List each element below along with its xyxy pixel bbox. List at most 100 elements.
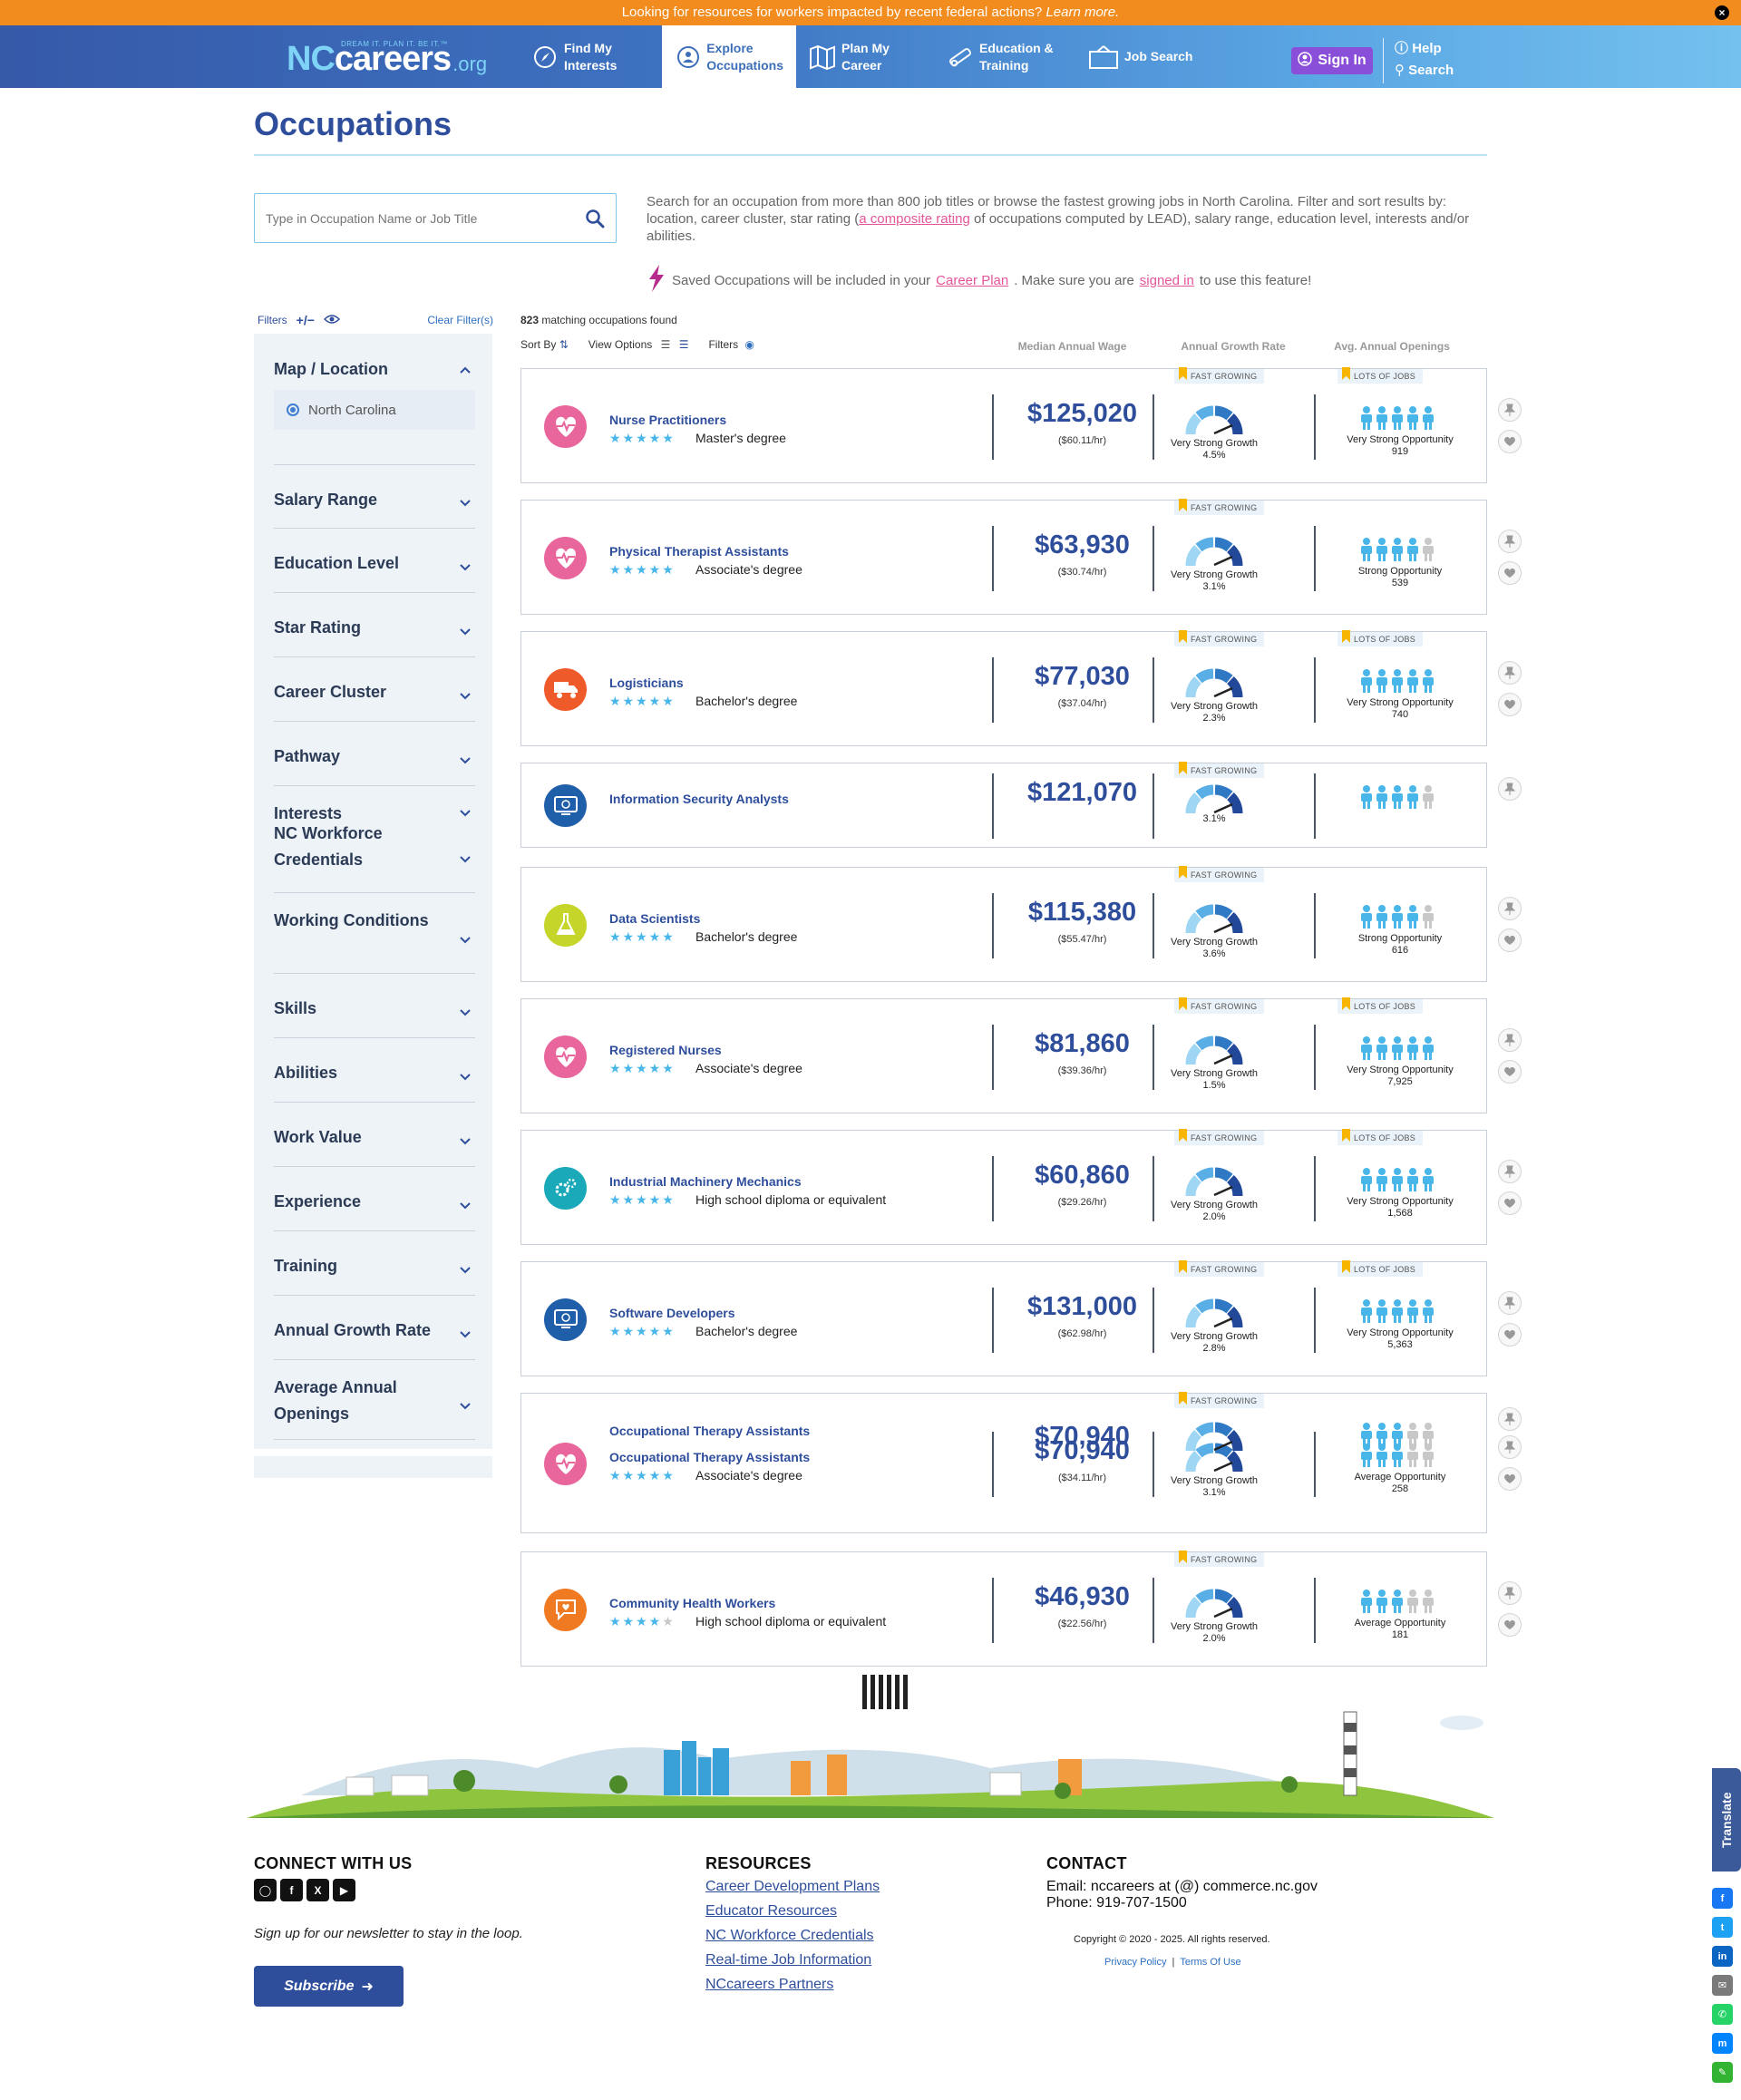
banner-learn-more-link[interactable]: Learn more. (1046, 5, 1119, 20)
favorite-button[interactable] (1498, 1059, 1522, 1084)
pin-button[interactable] (1498, 777, 1522, 801)
pin-button[interactable] (1498, 896, 1522, 920)
grid-view-icon[interactable]: ☰ (679, 338, 689, 351)
facet-salary-range[interactable]: Salary Range (274, 465, 475, 529)
instagram-icon[interactable]: ◯ (254, 1879, 277, 1901)
email-share-icon[interactable]: ✉ (1712, 1975, 1733, 1996)
pin-button[interactable] (1498, 397, 1522, 422)
pin-button[interactable] (1498, 1406, 1522, 1431)
nav-explore-occupations[interactable]: Explore Occupations (662, 25, 796, 88)
whatsapp-share-icon[interactable]: ✆ (1712, 2004, 1733, 2025)
privacy-policy-link[interactable]: Privacy Policy (1104, 1957, 1166, 1968)
search-icon[interactable] (585, 209, 605, 228)
facet-abilities[interactable]: Abilities (274, 1038, 475, 1103)
occupation-card[interactable]: Information Security Analysts $121,070 FAS… (520, 762, 1487, 848)
favorite-button[interactable] (1498, 928, 1522, 952)
facet-interests[interactable]: Interests (274, 786, 475, 822)
occupation-card[interactable]: Occupational Therapy Assistants Occupatio… (520, 1392, 1487, 1533)
favorite-button[interactable] (1498, 692, 1522, 716)
sms-share-icon[interactable]: ✎ (1712, 2062, 1733, 2083)
occupation-name[interactable]: Industrial Machinery Mechanics (609, 1174, 802, 1189)
nav-plan-my-career[interactable]: Plan My Career (809, 25, 890, 88)
nav-find-my-interests[interactable]: Find My Interests (531, 25, 617, 88)
terms-of-use-link[interactable]: Terms Of Use (1180, 1957, 1240, 1968)
nccareers-logo[interactable]: DREAM IT. PLAN IT. BE IT.™ NC careers .o… (287, 40, 487, 76)
view-options-control[interactable]: View Options ☰ ☰ (588, 338, 689, 351)
pin-button[interactable] (1498, 1290, 1522, 1315)
expand-collapse-toggle[interactable]: +/− (297, 313, 315, 327)
favorite-button[interactable] (1498, 1191, 1522, 1215)
facet-annual-growth-rate[interactable]: Annual Growth Rate (274, 1296, 475, 1360)
composite-rating-link[interactable]: a composite rating (859, 211, 970, 227)
close-icon[interactable]: × (1715, 5, 1729, 20)
resource-link[interactable]: Educator Resources (705, 1903, 837, 1920)
nav-job-search[interactable]: Job Search (1088, 25, 1192, 88)
resource-link[interactable]: NC Workforce Credentials (705, 1928, 874, 1944)
occupation-card[interactable]: Software Developers ★★★★★ Bachelor's degre… (520, 1260, 1487, 1376)
occupation-card[interactable]: Physical Therapist Assistants ★★★★★ Associ… (520, 499, 1487, 615)
facet-experience[interactable]: Experience (274, 1167, 475, 1231)
occupation-card[interactable]: Community Health Workers ★★★★★ High school… (520, 1551, 1487, 1667)
career-plan-link[interactable]: Career Plan (936, 273, 1008, 288)
facebook-icon[interactable]: f (280, 1879, 303, 1901)
occupation-card[interactable]: Logisticians ★★★★★ Bachelor's degree $77,03… (520, 630, 1487, 746)
resource-link[interactable]: Career Development Plans (705, 1879, 880, 1895)
favorite-button[interactable] (1498, 1322, 1522, 1347)
facebook-share-icon[interactable]: f (1712, 1888, 1733, 1909)
facet-pathway[interactable]: Pathway (274, 722, 475, 786)
x-twitter-icon[interactable]: X (306, 1879, 329, 1901)
linkedin-share-icon[interactable]: in (1712, 1946, 1733, 1967)
resource-link[interactable]: NCcareers Partners (705, 1977, 833, 1993)
nav-education-training[interactable]: Education & Training (947, 25, 1054, 88)
facet-star-rating[interactable]: Star Rating (274, 593, 475, 657)
eye-icon[interactable] (323, 314, 340, 327)
sign-in-button[interactable]: Sign In (1291, 47, 1373, 74)
occupation-card[interactable]: Data Scientists ★★★★★ Bachelor's degree $11… (520, 866, 1487, 982)
twitter-share-icon[interactable]: t (1712, 1917, 1733, 1938)
occupation-name[interactable]: Registered Nurses (609, 1043, 722, 1057)
occupation-name-ghost[interactable]: Occupational Therapy Assistants (609, 1424, 810, 1438)
occupation-name[interactable]: Nurse Practitioners (609, 413, 726, 427)
facet-training[interactable]: Training (274, 1231, 475, 1296)
location-option-north-carolina[interactable]: North Carolina (274, 390, 475, 430)
facet-education-level[interactable]: Education Level (274, 529, 475, 593)
occupation-name[interactable]: Physical Therapist Assistants (609, 544, 789, 559)
facet-nc-workforce-credentials[interactable]: NC Workforce Credentials (274, 813, 475, 893)
filters-toggle[interactable]: Filters ◉ (708, 338, 754, 351)
clear-filters-link[interactable]: Clear Filter(s) (427, 314, 493, 326)
pin-button[interactable] (1498, 660, 1522, 685)
pin-button[interactable] (1498, 1580, 1522, 1605)
sort-by-control[interactable]: Sort By ⇅ (520, 338, 569, 351)
favorite-button[interactable] (1498, 429, 1522, 453)
resource-link[interactable]: Real-time Job Information (705, 1952, 871, 1969)
favorite-button[interactable] (1498, 1466, 1522, 1491)
occupation-search-input[interactable] (266, 210, 585, 226)
search-link[interactable]: ⚲ Search (1395, 60, 1454, 82)
pin-button[interactable] (1498, 529, 1522, 553)
signed-in-link[interactable]: signed in (1140, 273, 1194, 288)
facet-work-value[interactable]: Work Value (274, 1103, 475, 1167)
favorite-button[interactable] (1498, 1612, 1522, 1637)
facet-skills[interactable]: Skills (274, 974, 475, 1038)
occupation-search-field[interactable] (254, 193, 617, 243)
pin-button[interactable] (1498, 1159, 1522, 1183)
youtube-icon[interactable]: ▶ (333, 1879, 355, 1901)
occupation-card[interactable]: Nurse Practitioners ★★★★★ Master's degree $… (520, 367, 1487, 483)
occupation-name[interactable]: Information Security Analysts (609, 792, 789, 806)
facet-average-annual-openings[interactable]: Average Annual Openings (274, 1360, 475, 1440)
pin-button[interactable] (1498, 1434, 1522, 1459)
occupation-name[interactable]: Occupational Therapy Assistants (609, 1450, 810, 1464)
list-view-icon[interactable]: ☰ (661, 338, 671, 351)
occupation-name[interactable]: Data Scientists (609, 911, 700, 926)
occupation-card[interactable]: Industrial Machinery Mechanics ★★★★★ High … (520, 1129, 1487, 1245)
facet-working-conditions[interactable]: Working Conditions (274, 893, 475, 974)
facet-career-cluster[interactable]: Career Cluster (274, 657, 475, 722)
occupation-name[interactable]: Software Developers (609, 1306, 735, 1320)
subscribe-button[interactable]: Subscribe ➜ (254, 1966, 404, 2007)
messenger-share-icon[interactable]: m (1712, 2033, 1733, 2054)
pin-button[interactable] (1498, 1027, 1522, 1052)
help-link[interactable]: ⓘ Help (1395, 38, 1454, 60)
occupation-name[interactable]: Community Health Workers (609, 1596, 775, 1610)
translate-button[interactable]: Translate (1712, 1768, 1741, 1872)
occupation-card[interactable]: Registered Nurses ★★★★★ Associate's degree… (520, 997, 1487, 1113)
